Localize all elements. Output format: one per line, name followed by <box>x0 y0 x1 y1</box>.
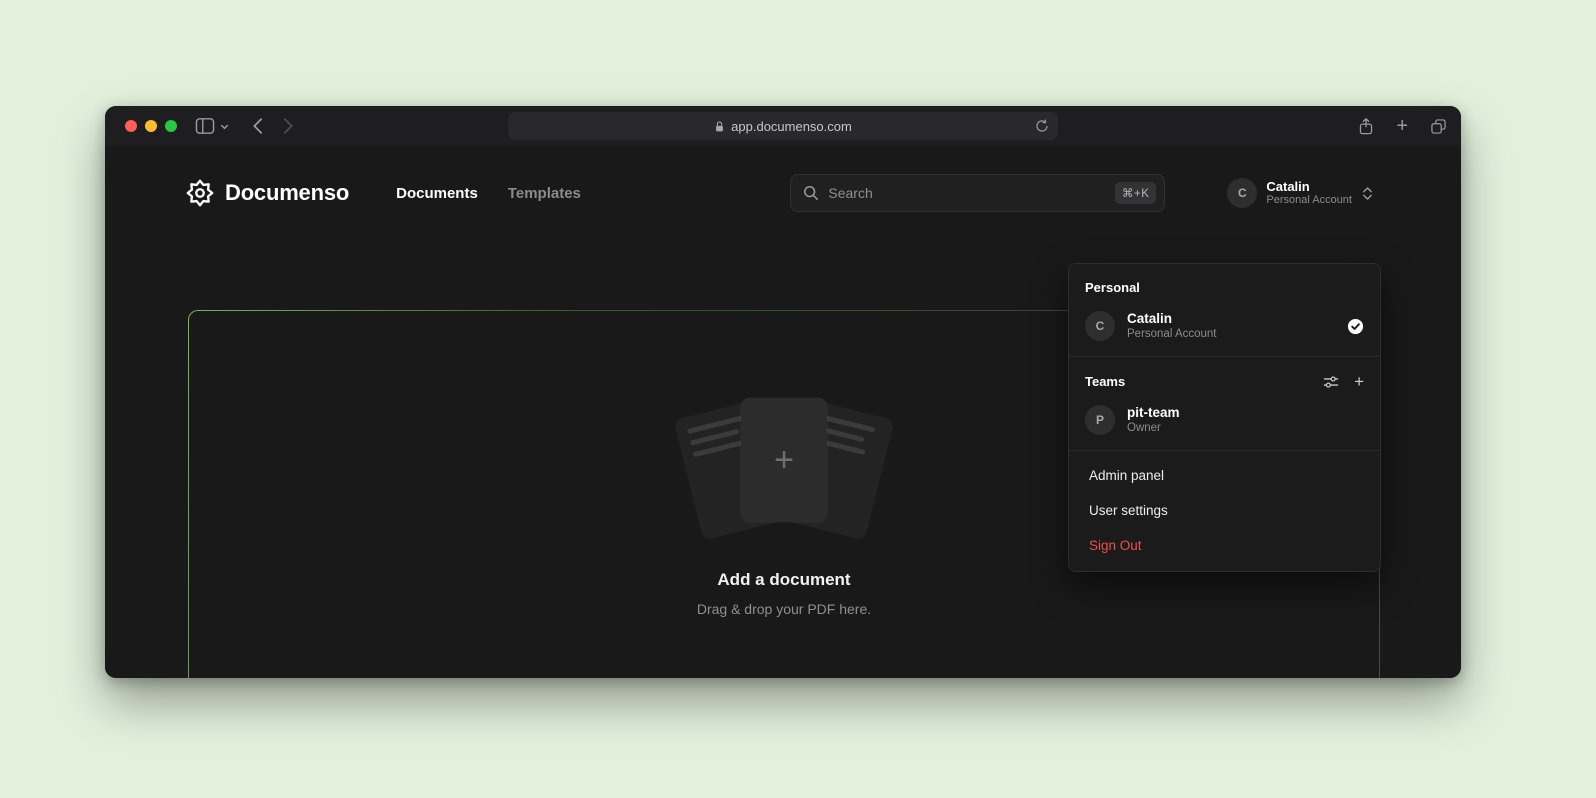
browser-window: app.documenso.com + <box>105 106 1461 678</box>
teams-actions: + <box>1323 373 1364 390</box>
team-name: pit-team <box>1127 406 1180 420</box>
menu-item-sign-out[interactable]: Sign Out <box>1069 528 1380 563</box>
account-meta: Catalin Personal Account <box>1266 180 1352 206</box>
account-subtitle: Personal Account <box>1266 195 1352 206</box>
nav-templates[interactable]: Templates <box>508 185 581 202</box>
desktop: app.documenso.com + <box>0 0 1596 798</box>
teams-section-label: Teams <box>1085 374 1125 389</box>
search-icon <box>803 185 819 201</box>
account-meta: Catalin Personal Account <box>1127 312 1217 341</box>
search-placeholder: Search <box>828 185 1115 201</box>
account-subtitle: Personal Account <box>1127 329 1217 341</box>
account-name: Catalin <box>1127 312 1217 326</box>
app-header: Documenso Documents Templates Search ⌘+K <box>105 146 1461 240</box>
window-actions: + <box>1358 116 1447 136</box>
navigation-controls <box>177 117 294 135</box>
search-shortcut-badge: ⌘+K <box>1115 182 1156 204</box>
address-bar[interactable]: app.documenso.com <box>508 112 1058 140</box>
dropzone-title: Add a document <box>717 570 850 590</box>
main-nav: Documents Templates <box>396 185 581 202</box>
forward-icon[interactable] <box>283 117 294 135</box>
url-text: app.documenso.com <box>731 119 852 134</box>
minimize-window-button[interactable] <box>145 120 157 132</box>
document-card-add: + <box>741 398 827 522</box>
back-icon[interactable] <box>252 117 263 135</box>
browser-toolbar: app.documenso.com + <box>105 106 1461 146</box>
documents-illustration: + <box>669 396 899 544</box>
selected-check-icon <box>1347 318 1364 335</box>
brand-name: Documenso <box>225 180 349 206</box>
menu-item-admin-panel[interactable]: Admin panel <box>1069 458 1380 493</box>
reload-icon[interactable] <box>1035 119 1049 133</box>
team-item[interactable]: P pit-team Owner <box>1069 397 1380 443</box>
close-window-button[interactable] <box>125 120 137 132</box>
new-tab-icon[interactable]: + <box>1396 116 1408 136</box>
menu-item-user-settings[interactable]: User settings <box>1069 493 1380 528</box>
brand[interactable]: Documenso <box>186 179 349 207</box>
avatar: C <box>1227 178 1257 208</box>
documenso-logo-icon <box>186 179 214 207</box>
search-input[interactable]: Search ⌘+K <box>790 174 1165 212</box>
divider <box>1069 356 1380 357</box>
dropzone-subtitle: Drag & drop your PDF here. <box>697 601 871 617</box>
plus-icon: + <box>774 443 794 477</box>
chevron-down-icon[interactable] <box>219 121 230 132</box>
avatar: P <box>1085 405 1115 435</box>
personal-account-item[interactable]: C Catalin Personal Account <box>1069 303 1380 349</box>
team-role: Owner <box>1127 423 1180 435</box>
divider <box>1069 450 1380 451</box>
zoom-window-button[interactable] <box>165 120 177 132</box>
teams-section-header: Teams + <box>1069 364 1380 397</box>
account-meta: pit-team Owner <box>1127 406 1180 435</box>
account-dropdown-menu: Personal C Catalin Personal Account <box>1068 263 1381 572</box>
traffic-lights <box>125 120 177 132</box>
tab-overview-icon[interactable] <box>1430 118 1447 135</box>
personal-section-label: Personal <box>1069 270 1380 303</box>
manage-teams-icon[interactable] <box>1323 375 1339 389</box>
account-menu-button[interactable]: C Catalin Personal Account <box>1227 178 1373 208</box>
create-team-icon[interactable]: + <box>1354 373 1364 390</box>
nav-documents[interactable]: Documents <box>396 185 478 202</box>
avatar: C <box>1085 311 1115 341</box>
lock-icon <box>714 120 725 133</box>
share-icon[interactable] <box>1358 117 1374 136</box>
documenso-app: Documenso Documents Templates Search ⌘+K <box>105 146 1461 678</box>
account-name: Catalin <box>1266 180 1352 193</box>
sidebar-toggle-icon[interactable] <box>195 117 215 135</box>
chevron-up-down-icon <box>1362 186 1373 201</box>
